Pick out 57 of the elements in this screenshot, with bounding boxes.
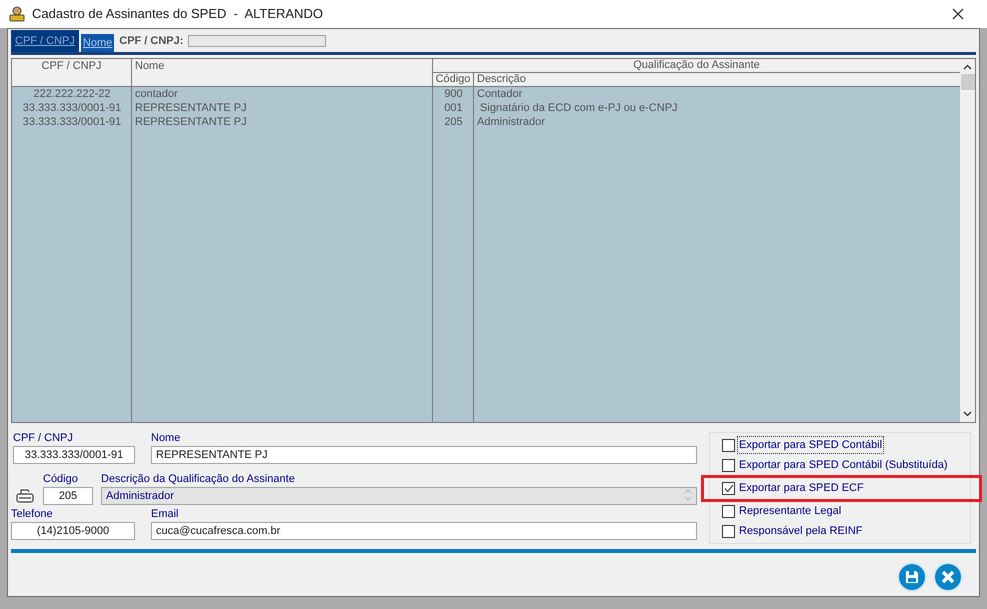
scroll-down-icon[interactable] <box>963 411 972 417</box>
table-row[interactable]: 33.333.333/0001-91 REPRESENTANTE PJ 001 Signatário da ECD com e-PJ ou e-CNPJ <box>12 101 960 115</box>
group-header: Qualificação do Assinante <box>433 59 960 73</box>
table-cell-text: Signatário da ECD com e-PJ ou e-CNPJ <box>479 101 679 115</box>
field-label: Telefone <box>11 508 54 521</box>
column-header[interactable]: CPF / CNPJ <box>12 59 132 86</box>
checkbox-label[interactable]: Exportar para SPED Contábil (Substituída) <box>738 456 948 474</box>
field-label: Email <box>151 508 180 521</box>
table-cell-text: REPRESENTANTE PJ <box>134 115 248 129</box>
checkbox[interactable] <box>722 524 735 538</box>
column-header[interactable]: Nome <box>132 59 433 86</box>
table-cell-text: 33.333.333/0001-91 <box>22 115 122 129</box>
column-header[interactable]: Descrição <box>474 73 960 86</box>
field-label: Código <box>43 473 79 486</box>
email-field[interactable]: cuca@cucafresca.com.br <box>151 522 697 540</box>
code-field[interactable]: 205 <box>43 487 93 505</box>
check-icon <box>724 484 734 492</box>
field-label: Descrição da Qualificação do Assinante <box>101 473 296 486</box>
checkbox[interactable] <box>722 504 735 518</box>
printer-icon[interactable] <box>15 488 35 504</box>
scroll-up-icon[interactable] <box>963 64 972 70</box>
checkbox[interactable] <box>722 458 735 472</box>
search-tab[interactable]: Nome <box>80 34 114 52</box>
table-cell-text: contador <box>134 87 179 101</box>
table-cell-text: 900 <box>443 87 464 101</box>
table-cell-text: REPRESENTANTE PJ <box>134 101 248 115</box>
checkbox-label[interactable]: Representante Legal <box>738 502 842 520</box>
description-field[interactable]: Administrador <box>101 487 697 505</box>
close-icon[interactable] <box>952 8 964 20</box>
field-label: CPF / CNPJ <box>13 432 74 445</box>
table-cell-text: Contador <box>476 87 524 101</box>
table-cell-text: 222.222.222-22 <box>32 87 112 101</box>
checkbox-label[interactable]: Responsável pela REINF <box>738 522 864 540</box>
field-label: Nome <box>151 432 182 445</box>
table-row[interactable]: 33.333.333/0001-91 REPRESENTANTE PJ 205 Administrador <box>12 115 960 129</box>
checkbox[interactable] <box>722 438 735 452</box>
search-field[interactable] <box>188 35 326 47</box>
phone-field[interactable]: (14)2105-9000 <box>11 522 135 540</box>
people-icon <box>8 6 26 22</box>
checkbox-label[interactable]: Exportar para SPED ECF <box>738 480 865 496</box>
save-button[interactable] <box>897 562 927 592</box>
close-button[interactable] <box>933 562 963 592</box>
column-header[interactable]: Código <box>433 73 474 86</box>
scroll-thumb[interactable] <box>960 74 974 90</box>
table-cell-text: 33.333.333/0001-91 <box>22 101 122 115</box>
table-cell-text: Administrador <box>476 115 546 129</box>
table-cell-text: 001 <box>443 101 464 115</box>
search-tab[interactable]: CPF / CNPJ <box>11 30 79 52</box>
table-row[interactable]: 222.222.222-22 contador 900 Contador <box>12 87 960 101</box>
search-label: CPF / CNPJ: <box>119 34 184 49</box>
cpf-field[interactable]: 33.333.333/0001-91 <box>13 446 135 464</box>
checkbox-label[interactable]: Exportar para SPED Contábil <box>738 436 884 454</box>
checkbox[interactable] <box>722 482 735 494</box>
window-title: Cadastro de Assinantes do SPED - ALTERANDO <box>32 5 323 24</box>
name-field[interactable]: REPRESENTANTE PJ <box>151 446 697 464</box>
close-icon <box>941 570 955 584</box>
table-cell-text: 205 <box>443 115 464 129</box>
